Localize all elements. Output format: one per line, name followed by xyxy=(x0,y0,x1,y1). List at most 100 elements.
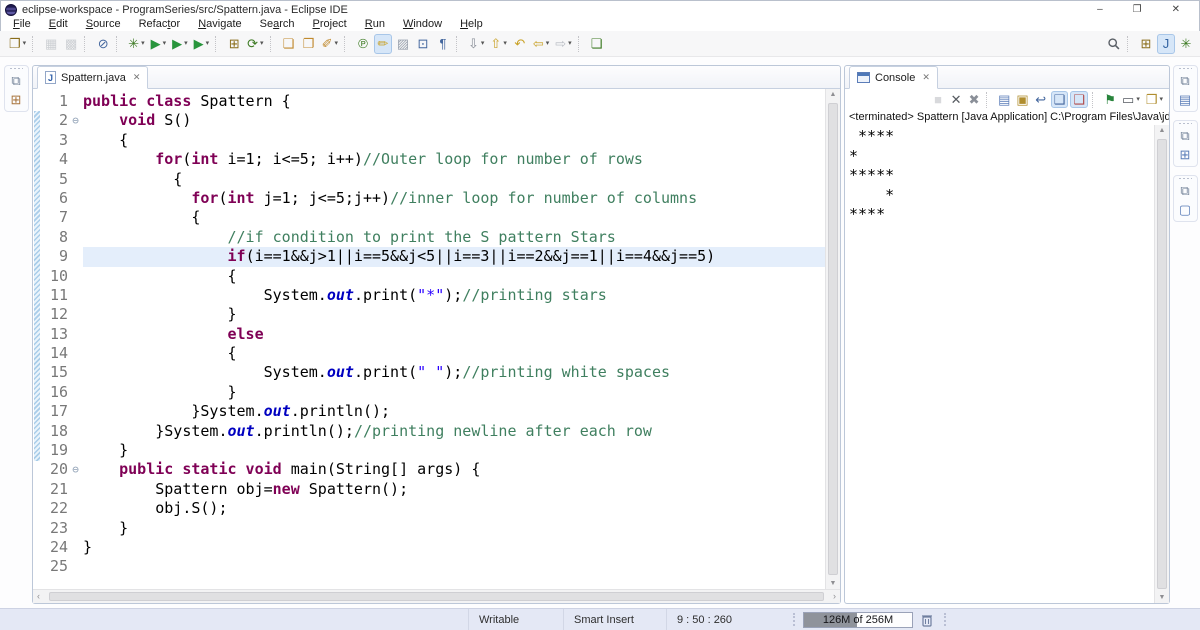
code-line[interactable]: 4 for(int i=1; i<=5; i++)//Outer loop fo… xyxy=(41,150,825,169)
dropdown-arrow-icon[interactable]: ▾ xyxy=(206,34,210,54)
pin-console-icon[interactable]: ⚑ xyxy=(1102,91,1118,108)
code-line[interactable]: 1 public class Spattern { xyxy=(41,92,825,111)
restore-view-icon[interactable]: ⧉ xyxy=(1177,73,1193,89)
stack-drag-handle[interactable] xyxy=(1178,67,1192,70)
code-line[interactable]: 11 System.out.print("*");//printing star… xyxy=(41,286,825,305)
code-line[interactable]: 7 { xyxy=(41,208,825,227)
code-line[interactable]: 9 if(i==1&&j>1||i==5&&j<5||i==3||i==2&&j… xyxy=(41,247,825,267)
dropdown-arrow-icon[interactable]: ▾ xyxy=(568,34,572,54)
save-all-icon[interactable]: ▩ xyxy=(62,34,80,54)
open-perspective-icon[interactable]: ⊞ xyxy=(1137,34,1155,54)
annotation-ruler[interactable] xyxy=(33,89,41,589)
new-java-project-icon[interactable]: ⊞ xyxy=(225,34,243,54)
dropdown-arrow-icon[interactable]: ▾ xyxy=(1159,90,1163,110)
scroll-up-icon[interactable]: ▲ xyxy=(1155,127,1169,134)
task-list-icon[interactable]: ▤ xyxy=(1177,92,1193,108)
stack-drag-handle[interactable] xyxy=(9,67,23,70)
menu-help[interactable]: Help xyxy=(451,18,492,30)
run-coverage-icon[interactable]: ▶ ▾ xyxy=(170,34,190,54)
wand-icon[interactable]: ✐ ▾ xyxy=(320,34,340,54)
run-icon[interactable]: ▶ ▾ xyxy=(149,34,169,54)
code-line[interactable]: 20 ⊖ public static void main(String[] arg… xyxy=(41,460,825,479)
fold-collapse-icon[interactable]: ⊖ xyxy=(68,460,83,479)
clear-console-icon[interactable]: ▤ xyxy=(996,91,1012,108)
profile-icon[interactable]: ▶ ▾ xyxy=(192,34,212,54)
import-folder-icon[interactable]: ❐ xyxy=(300,34,318,54)
code-line[interactable]: 5 { xyxy=(41,170,825,189)
console-vertical-scrollbar[interactable]: ▲ ▼ xyxy=(1154,125,1169,603)
code-line[interactable]: 24} xyxy=(41,538,825,557)
dropdown-arrow-icon[interactable]: ▾ xyxy=(503,34,507,54)
close-icon[interactable]: ✕ xyxy=(133,72,141,83)
previous-annotation-icon[interactable]: ⇧ ▾ xyxy=(488,34,508,54)
display-console-icon[interactable]: ▭ ▾ xyxy=(1120,91,1142,108)
scrollbar-thumb[interactable] xyxy=(49,592,824,601)
scrollbar-thumb[interactable] xyxy=(1157,139,1167,589)
skip-all-breakpoints-icon[interactable]: ⊘ xyxy=(94,34,112,54)
maximize-button[interactable]: ❐ xyxy=(1133,4,1142,16)
menu-edit[interactable]: Edit xyxy=(40,18,77,30)
open-folder-icon[interactable]: ❏ xyxy=(280,34,298,54)
new-wizard-icon[interactable]: ❐ ▾ xyxy=(7,34,28,54)
dropdown-arrow-icon[interactable]: ▾ xyxy=(141,34,145,54)
show-stdout-icon[interactable]: ❑ xyxy=(1050,91,1069,108)
code-line[interactable]: 12 } xyxy=(41,305,825,324)
tab-console[interactable]: Console ✕ xyxy=(849,66,938,89)
package-explorer-icon[interactable]: ⊞ xyxy=(8,92,24,108)
show-stderr-icon[interactable]: ❑ xyxy=(1070,91,1089,108)
menu-search[interactable]: Search xyxy=(251,18,304,30)
code-line[interactable]: 17 }System.out.println(); xyxy=(41,402,825,421)
debug-icon[interactable]: ✳ ▾ xyxy=(126,34,146,54)
forward-icon[interactable]: ⇨ ▾ xyxy=(553,34,573,54)
editor-horizontal-scrollbar[interactable]: ‹ › xyxy=(33,589,840,603)
code-line[interactable]: 13 else xyxy=(41,325,825,344)
code-line[interactable]: 8 //if condition to print the S pattern … xyxy=(41,228,825,247)
tab-spattern-java[interactable]: J Spattern.java ✕ xyxy=(37,66,149,89)
dropdown-arrow-icon[interactable]: ▾ xyxy=(334,34,338,54)
menu-project[interactable]: Project xyxy=(304,18,356,30)
scrollbar-thumb[interactable] xyxy=(828,103,838,575)
code-line[interactable]: 23 } xyxy=(41,519,825,538)
dropdown-arrow-icon[interactable]: ▾ xyxy=(1136,90,1140,110)
dropdown-arrow-icon[interactable]: ▾ xyxy=(163,34,167,54)
code-line[interactable]: 19 } xyxy=(41,441,825,460)
terminate-icon[interactable]: ■ xyxy=(930,91,946,108)
dropdown-arrow-icon[interactable]: ▾ xyxy=(260,34,264,54)
show-whitespace-icon[interactable]: ¶ xyxy=(434,34,452,54)
console-output[interactable]: **** * ***** * **** xyxy=(845,125,1154,603)
open-console-icon[interactable]: ❒ ▾ xyxy=(1144,91,1165,108)
scroll-down-icon[interactable]: ▼ xyxy=(826,580,840,587)
restore-view-icon[interactable]: ⧉ xyxy=(8,73,24,89)
scroll-right-icon[interactable]: › xyxy=(833,590,836,603)
next-annotation-icon[interactable]: ⇩ ▾ xyxy=(466,34,486,54)
menu-window[interactable]: Window xyxy=(394,18,451,30)
menu-source[interactable]: Source xyxy=(77,18,130,30)
code-line[interactable]: 10 { xyxy=(41,267,825,286)
outline-icon[interactable]: ⊞ xyxy=(1177,147,1193,163)
pin-editor-icon[interactable]: ❏ xyxy=(588,34,606,54)
code-line[interactable]: 3 { xyxy=(41,131,825,150)
back-icon[interactable]: ⇦ ▾ xyxy=(531,34,551,54)
search-icon[interactable] xyxy=(1105,34,1123,54)
build-icon[interactable]: ⟳ ▾ xyxy=(245,34,265,54)
dropdown-arrow-icon[interactable]: ▾ xyxy=(23,34,27,54)
stack-drag-handle[interactable] xyxy=(1178,122,1192,125)
run-garbage-collector-button[interactable] xyxy=(921,613,933,627)
code-line[interactable]: 6 for(int j=1; j<=5;j++)//inner loop for… xyxy=(41,189,825,208)
close-icon[interactable]: ✕ xyxy=(922,72,930,83)
dropdown-arrow-icon[interactable]: ▾ xyxy=(546,34,550,54)
dropdown-arrow-icon[interactable]: ▾ xyxy=(184,34,188,54)
new-task-icon[interactable]: ▨ xyxy=(394,34,412,54)
remove-all-launches-icon[interactable]: ✖ xyxy=(966,91,982,108)
restore-view-icon[interactable]: ⧉ xyxy=(1177,183,1193,199)
minimize-button[interactable]: – xyxy=(1097,4,1103,16)
menu-run[interactable]: Run xyxy=(356,18,394,30)
mark-occurrences-icon[interactable]: ✏ xyxy=(373,33,392,54)
code-line[interactable]: 22 obj.S(); xyxy=(41,499,825,518)
remove-launch-icon[interactable]: ✕ xyxy=(948,91,964,108)
stack-drag-handle[interactable] xyxy=(1178,177,1192,180)
code-editor[interactable]: 1 public class Spattern {2 ⊖ void S() 3 {4 … xyxy=(41,89,825,589)
code-line[interactable]: 25 xyxy=(41,557,825,576)
javadoc-icon[interactable]: ▢ xyxy=(1177,202,1193,218)
plugin-search-icon[interactable]: ℗ xyxy=(354,34,372,54)
